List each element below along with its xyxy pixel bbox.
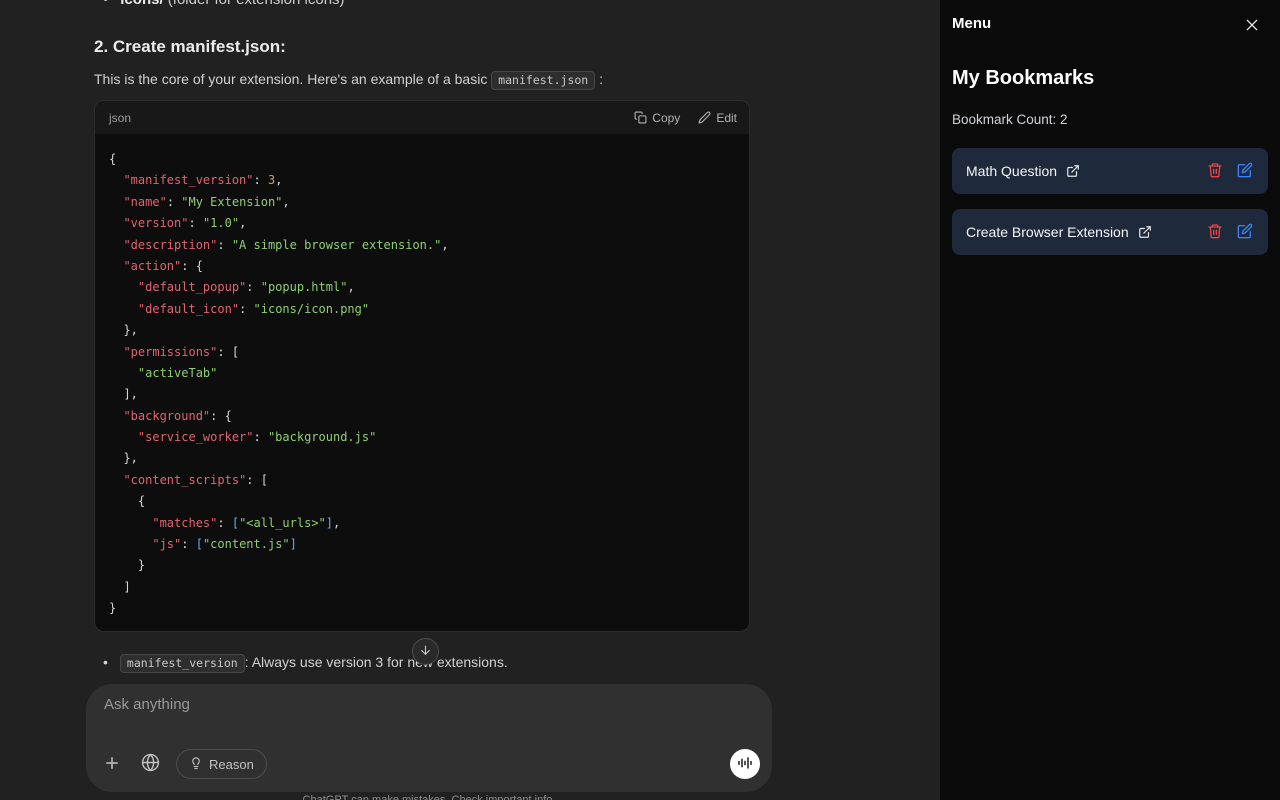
plus-icon — [103, 754, 121, 775]
inline-code-manifest-version: manifest_version — [119, 654, 245, 673]
edit-code-button[interactable]: Edit — [698, 111, 737, 125]
edit-bookmark-button[interactable] — [1235, 161, 1255, 181]
chat-input[interactable] — [104, 696, 754, 736]
bullet-marker: • — [103, 0, 108, 8]
copy-icon — [634, 111, 647, 124]
close-icon — [1244, 17, 1260, 36]
chat-composer[interactable]: Reason — [86, 684, 772, 792]
list-item-manifest-version-note: • manifest_version: Always use version 3 … — [103, 654, 508, 673]
bookmark-label: Math Question — [966, 163, 1058, 179]
edit-icon — [1237, 162, 1253, 181]
bookmarks-panel: Menu My Bookmarks Bookmark Count: 2 Math… — [940, 0, 1280, 800]
bookmark-count: Bookmark Count: 2 — [952, 112, 1068, 127]
trash-icon — [1207, 223, 1223, 242]
icons-folder-label: icons/ — [120, 0, 163, 8]
waveform-icon — [737, 755, 753, 774]
code-block-header: json Copy Edit — [95, 101, 749, 134]
list-item-icons-folder: • icons/ (folder for extension icons) — [103, 0, 345, 8]
pencil-icon — [698, 111, 711, 124]
globe-icon — [141, 753, 160, 775]
delete-bookmark-button[interactable] — [1205, 222, 1225, 242]
close-panel-button[interactable] — [1241, 15, 1263, 37]
attach-button[interactable] — [96, 748, 128, 780]
screenshot-root: • icons/ (folder for extension icons) 2. … — [0, 0, 1280, 800]
trash-icon — [1207, 162, 1223, 181]
bookmark-item[interactable]: Create Browser Extension — [952, 209, 1268, 255]
external-link-icon[interactable] — [1066, 164, 1080, 178]
edit-bookmark-button[interactable] — [1235, 222, 1255, 242]
panel-title: Menu — [952, 15, 992, 32]
icons-folder-desc: (folder for extension icons) — [164, 0, 345, 8]
code-actions: Copy Edit — [634, 111, 737, 125]
copy-label: Copy — [652, 110, 681, 125]
intro-paragraph: This is the core of your extension. Here… — [94, 71, 603, 90]
edit-label: Edit — [716, 110, 737, 125]
scroll-to-bottom-button[interactable] — [412, 638, 439, 665]
reason-button[interactable]: Reason — [176, 749, 267, 779]
bookmarks-heading: My Bookmarks — [952, 67, 1095, 89]
bookmark-label: Create Browser Extension — [966, 224, 1129, 240]
delete-bookmark-button[interactable] — [1205, 161, 1225, 181]
arrow-down-icon — [419, 644, 432, 660]
external-link-icon[interactable] — [1138, 225, 1152, 239]
composer-toolbar: Reason — [96, 748, 760, 780]
bullet-marker: • — [103, 654, 108, 670]
chat-area: • icons/ (folder for extension icons) 2. … — [0, 0, 940, 800]
copy-code-button[interactable]: Copy — [634, 111, 680, 125]
search-web-button[interactable] — [134, 748, 166, 780]
section-heading: 2. Create manifest.json: — [94, 37, 286, 56]
intro-text: This is the core of your extension. Here… — [94, 71, 492, 87]
inline-code-manifest-json: manifest.json — [491, 71, 596, 90]
lightbulb-icon — [189, 756, 203, 773]
note-text: : Always use version 3 for new extension… — [244, 654, 508, 670]
reason-label: Reason — [209, 756, 254, 772]
bookmark-item[interactable]: Math Question — [952, 148, 1268, 194]
code-block: json Copy Edit { "manifest_version": 3, … — [94, 100, 750, 632]
disclaimer-text: ChatGPT can make mistakes. Check importa… — [302, 794, 556, 800]
intro-colon: : — [595, 71, 603, 87]
code-language-label: json — [109, 110, 132, 125]
code-content: { "manifest_version": 3, "name": "My Ext… — [109, 152, 449, 616]
edit-icon — [1237, 223, 1253, 242]
voice-mode-button[interactable] — [730, 749, 760, 779]
